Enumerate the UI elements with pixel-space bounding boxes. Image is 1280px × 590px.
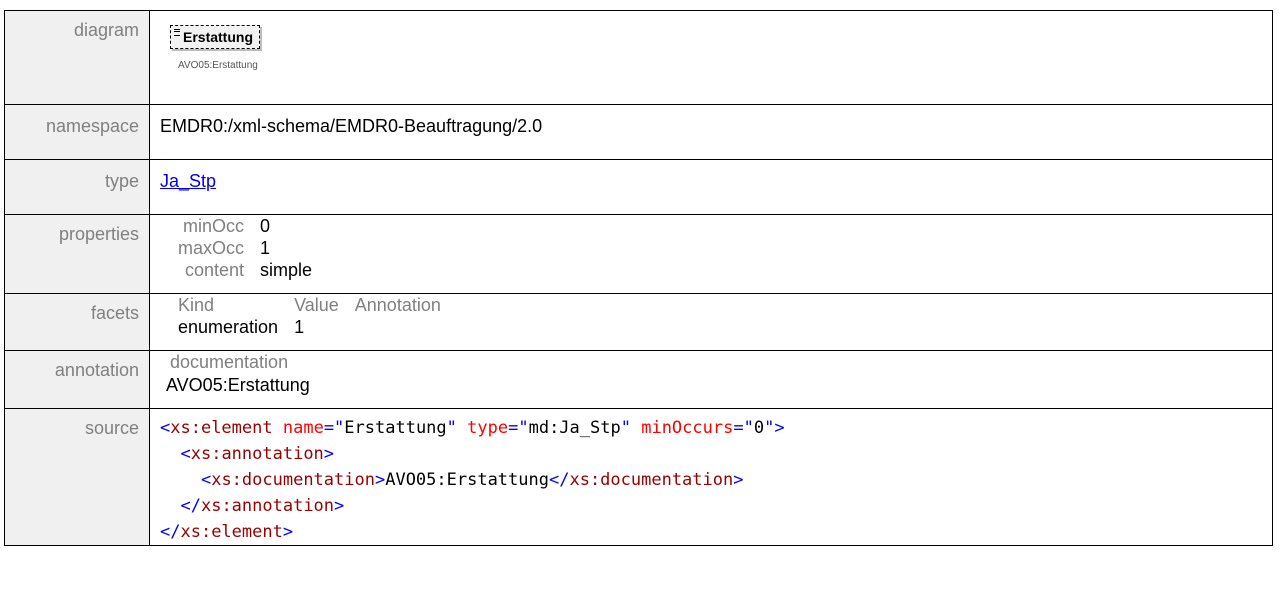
element-diagram-caption: AVO05:Erstattung: [178, 60, 258, 71]
property-row: minOcc 0: [172, 215, 322, 237]
source-token: name: [282, 418, 324, 438]
properties-cell: minOcc 0 maxOcc 1 content simple: [149, 214, 1273, 294]
source-token: [160, 444, 180, 464]
source-row: source <xs:element name="Erstattung" typ…: [4, 408, 1273, 546]
source-cell: <xs:element name="Erstattung" type="md:J…: [149, 408, 1273, 546]
source-token: Erstattung: [344, 418, 447, 438]
property-row: maxOcc 1: [172, 237, 322, 259]
element-diagram-box[interactable]: Erstattung: [170, 25, 260, 49]
source-token: xs:element: [180, 522, 283, 542]
source-line: </xs:annotation>: [160, 493, 1272, 519]
facets-label: facets: [4, 293, 150, 351]
type-label: type: [4, 159, 150, 215]
source-token: xs:annotation: [190, 444, 324, 464]
source-token: type: [467, 418, 509, 438]
source-token: >: [282, 522, 294, 542]
facets-cell: Kind Value Annotation enumeration 1: [149, 293, 1273, 351]
page-header-cut: [0, 0, 1280, 10]
property-key: minOcc: [183, 216, 245, 236]
properties-row: properties minOcc 0 maxOcc 1 content sim…: [4, 214, 1273, 294]
source-token: AVO05:Erstattung: [385, 470, 549, 490]
properties-table: minOcc 0 maxOcc 1 content simple: [172, 215, 322, 281]
facets-header-kind: Kind: [178, 295, 215, 315]
property-key: content: [184, 260, 245, 280]
namespace-label: namespace: [4, 104, 150, 160]
source-token: 0: [753, 418, 765, 438]
schema-doc-table: diagram Erstattung AVO05:Erstattung name…: [4, 10, 1273, 546]
source-token: [457, 418, 467, 438]
source-token: [631, 418, 641, 438]
type-link[interactable]: Ja_Stp: [160, 171, 216, 191]
source-code: <xs:element name="Erstattung" type="md:J…: [160, 409, 1272, 545]
source-line: </xs:element>: [160, 519, 1272, 545]
facet-kind: enumeration: [178, 317, 279, 337]
source-token: >: [374, 470, 386, 490]
source-token: =": [323, 418, 345, 438]
facets-table: Kind Value Annotation enumeration 1: [172, 294, 451, 338]
diagram-row: diagram Erstattung AVO05:Erstattung: [4, 10, 1273, 105]
source-token: </: [160, 522, 181, 542]
properties-label: properties: [4, 214, 150, 294]
source-token: [160, 470, 201, 490]
element-diagram-name: Erstattung: [183, 29, 253, 45]
source-token: ": [446, 418, 457, 438]
diagram-label: diagram: [4, 10, 150, 105]
namespace-row: namespace EMDR0:/xml-schema/EMDR0-Beauft…: [4, 104, 1273, 160]
annotation-row: annotation documentation AVO05:Erstattun…: [4, 350, 1273, 409]
source-token: ">: [764, 418, 785, 438]
facets-row: facets Kind Value Annotation enumeration…: [4, 293, 1273, 351]
annotation-label: annotation: [4, 350, 150, 409]
source-token: </: [180, 496, 201, 516]
source-token: >: [323, 444, 335, 464]
type-cell: Ja_Stp: [149, 159, 1273, 215]
source-token: [273, 418, 283, 438]
facet-value: 1: [294, 317, 305, 337]
source-token: <: [180, 444, 191, 464]
property-key: maxOcc: [178, 238, 245, 258]
source-token: [160, 496, 180, 516]
source-token: <: [160, 418, 171, 438]
facet-row: enumeration 1: [172, 316, 451, 338]
annotation-header: documentation: [170, 352, 289, 372]
facets-header-annotation: Annotation: [354, 295, 441, 315]
diagram-cell: Erstattung AVO05:Erstattung: [149, 10, 1273, 105]
source-token: >: [733, 470, 744, 490]
property-value: 0: [260, 216, 271, 236]
source-token: <: [200, 470, 212, 490]
facets-header-value: Value: [294, 295, 339, 315]
source-token: md:Ja_Stp: [528, 418, 621, 438]
source-label: source: [4, 408, 150, 546]
source-token: =": [508, 418, 529, 438]
namespace-value: EMDR0:/xml-schema/EMDR0-Beauftragung/2.0: [149, 104, 1273, 160]
source-token: ": [620, 418, 631, 438]
type-row: type Ja_Stp: [4, 159, 1273, 215]
source-token: xs:annotation: [200, 496, 335, 516]
annotation-value: AVO05:Erstattung: [166, 375, 310, 395]
source-token: xs:documentation: [569, 470, 734, 490]
source-line: <xs:annotation>: [160, 441, 1272, 467]
source-line: <xs:documentation>AVO05:Erstattung</xs:d…: [160, 467, 1272, 493]
source-line: <xs:element name="Erstattung" type="md:J…: [160, 415, 1272, 441]
facets-header-row: Kind Value Annotation: [172, 294, 451, 316]
source-token: xs:element: [170, 418, 273, 438]
source-token: minOccurs: [641, 418, 734, 438]
property-value: 1: [260, 238, 271, 258]
annotation-cell: documentation AVO05:Erstattung: [149, 350, 1273, 409]
property-value: simple: [260, 260, 313, 280]
source-token: =": [733, 418, 754, 438]
element-lines-icon: [174, 29, 180, 36]
property-row: content simple: [172, 259, 322, 281]
source-token: </: [548, 470, 570, 490]
source-token: xs:documentation: [211, 470, 375, 490]
facet-annotation: [349, 316, 451, 338]
source-token: >: [334, 496, 345, 516]
